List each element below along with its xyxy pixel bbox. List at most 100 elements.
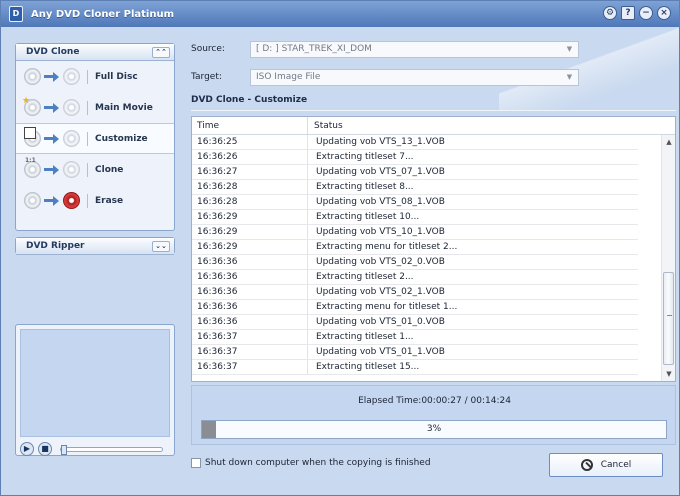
collapse-up-icon[interactable]: ⌃⌃ [152, 46, 170, 58]
arrow-icon [44, 103, 60, 113]
target-select[interactable]: ISO Image File ▼ [250, 68, 579, 86]
status-cell: Extracting titleset 7... [316, 152, 414, 162]
table-row[interactable]: 16:36:29 Extracting menu for titleset 2..… [192, 240, 638, 255]
dvd-ripper-header[interactable]: DVD Ripper ⌄⌄ [16, 238, 174, 255]
stop-icon[interactable]: ■ [38, 442, 52, 456]
table-row[interactable]: 16:36:28 Updating vob VTS_08_1.VOB [192, 195, 638, 210]
scroll-up-icon[interactable]: ▲ [664, 137, 674, 147]
play-icon[interactable]: ▶ [20, 442, 34, 456]
time-cell: 16:36:36 [192, 300, 308, 314]
player-controls: ▶ ■ [20, 440, 170, 458]
customize-label: Customize [95, 133, 148, 144]
table-row[interactable]: 16:36:27 Updating vob VTS_07_1.VOB [192, 165, 638, 180]
table-row[interactable]: 16:36:29 Updating vob VTS_10_1.VOB [192, 225, 638, 240]
log-scrollbar[interactable]: ▲ ▼ [661, 135, 675, 381]
target-label: Target: [191, 72, 222, 82]
main-movie-icon: ★ [22, 96, 41, 116]
shutdown-checkbox[interactable] [191, 458, 201, 468]
elapsed-time: Elapsed Time:00:00:27 / 00:14:24 [358, 396, 511, 406]
preview-player: ▶ ■ [15, 324, 175, 456]
cancel-label: Cancel [600, 460, 632, 470]
table-body: 16:36:25 Updating vob VTS_13_1.VOB 16:36:… [192, 135, 638, 375]
table-row[interactable]: 16:36:36 Extracting menu for titleset 1..… [192, 300, 638, 315]
table-row[interactable]: 16:36:37 Extracting titleset 1... [192, 330, 638, 345]
title-bar: D Any DVD Cloner Platinum ⚙ ? − × [1, 1, 679, 27]
settings-gear-icon[interactable]: ⚙ [603, 6, 617, 20]
erase-icon [24, 192, 41, 209]
arrow-icon [44, 196, 60, 206]
target-disc-icon [63, 99, 80, 116]
dvd-ripper-title: DVD Ripper [26, 241, 85, 251]
progress-label: 3% [426, 424, 442, 434]
scroll-grip-icon [667, 315, 672, 316]
seek-thumb[interactable] [61, 444, 67, 455]
chevron-down-icon[interactable]: ▼ [565, 73, 574, 82]
table-row[interactable]: 16:36:36 Extracting titleset 2... [192, 270, 638, 285]
table-row[interactable]: 16:36:36 Updating vob VTS_01_0.VOB [192, 315, 638, 330]
table-row[interactable]: 16:36:37 Updating vob VTS_01_1.VOB [192, 345, 638, 360]
table-row[interactable]: 16:36:28 Extracting titleset 8... [192, 180, 638, 195]
chevron-down-icon[interactable]: ▼ [565, 45, 574, 54]
table-row[interactable]: 16:36:29 Extracting titleset 10... [192, 210, 638, 225]
sidebar-item-main-movie[interactable]: ★ Main Movie [16, 92, 174, 123]
video-preview [20, 329, 170, 437]
target-disc-icon [63, 68, 80, 85]
separator [87, 162, 88, 177]
dvd-clone-header[interactable]: DVD Clone ⌃⌃ [16, 44, 174, 61]
separator [87, 69, 88, 84]
full-disc-label: Full Disc [95, 71, 138, 82]
table-row[interactable]: 16:36:36 Updating vob VTS_02_1.VOB [192, 285, 638, 300]
erase-label: Erase [95, 195, 124, 206]
table-row[interactable]: 16:36:25 Updating vob VTS_13_1.VOB [192, 135, 638, 150]
time-column-header[interactable]: Time [192, 117, 308, 134]
collapse-down-icon[interactable]: ⌄⌄ [152, 240, 170, 252]
scroll-down-icon[interactable]: ▼ [664, 369, 674, 379]
arrow-icon [44, 134, 60, 144]
status-cell: Extracting titleset 15... [316, 362, 420, 372]
sidebar-item-clone[interactable]: 1:1 Clone [16, 154, 174, 185]
dvd-ripper-panel[interactable]: DVD Ripper ⌄⌄ [15, 237, 175, 255]
cancel-button[interactable]: Cancel [549, 453, 663, 477]
status-cell: Extracting titleset 1... [316, 332, 414, 342]
status-cell: Extracting titleset 8... [316, 182, 414, 192]
table-row[interactable]: 16:36:36 Updating vob VTS_02_0.VOB [192, 255, 638, 270]
minimize-icon[interactable]: − [639, 6, 653, 20]
seek-slider[interactable] [60, 444, 163, 455]
table-row[interactable]: 16:36:26 Extracting titleset 7... [192, 150, 638, 165]
sidebar-item-customize[interactable]: Customize [16, 123, 174, 154]
progress-bar: 3% [201, 420, 667, 439]
time-cell: 16:36:27 [192, 165, 308, 179]
erase-disc-icon [63, 192, 80, 209]
status-cell: Updating vob VTS_10_1.VOB [316, 227, 445, 237]
shutdown-option[interactable]: Shut down computer when the copying is f… [191, 458, 431, 468]
status-cell: Extracting menu for titleset 1... [316, 302, 458, 312]
status-cell: Updating vob VTS_01_0.VOB [316, 317, 445, 327]
cancel-icon [580, 459, 593, 471]
log-table[interactable]: Time Status 16:36:25 Updating vob VTS_13_… [191, 116, 676, 382]
source-select[interactable]: [ D: ] STAR_TREK_XI_DOM ▼ [250, 40, 579, 58]
status-column-header[interactable]: Status [308, 117, 640, 134]
status-cell: Updating vob VTS_08_1.VOB [316, 197, 445, 207]
help-icon[interactable]: ? [621, 6, 635, 20]
scroll-thumb[interactable] [663, 272, 674, 365]
time-cell: 16:36:26 [192, 150, 308, 164]
section-divider [191, 110, 676, 111]
time-cell: 16:36:37 [192, 330, 308, 344]
status-cell: Updating vob VTS_01_1.VOB [316, 347, 445, 357]
time-cell: 16:36:25 [192, 135, 308, 149]
dvd-clone-panel: DVD Clone ⌃⌃ Full Disc ★ Main Movie Cust… [15, 43, 175, 231]
arrow-icon [44, 165, 60, 175]
table-header: Time Status [192, 117, 675, 135]
time-cell: 16:36:37 [192, 360, 308, 374]
title-controls: ⚙ ? − × [603, 6, 671, 20]
source-row: Source: [ D: ] STAR_TREK_XI_DOM ▼ [191, 39, 676, 59]
close-icon[interactable]: × [657, 6, 671, 20]
time-cell: 16:36:36 [192, 255, 308, 269]
sidebar: DVD Clone ⌃⌃ Full Disc ★ Main Movie Cust… [15, 43, 175, 456]
table-row[interactable]: 16:36:37 Extracting titleset 15... [192, 360, 638, 375]
sidebar-item-erase[interactable]: Erase [16, 185, 174, 216]
sidebar-item-full-disc[interactable]: Full Disc [16, 61, 174, 92]
separator [87, 193, 88, 208]
target-row: Target: ISO Image File ▼ [191, 67, 676, 87]
star-icon: ★ [22, 96, 31, 106]
